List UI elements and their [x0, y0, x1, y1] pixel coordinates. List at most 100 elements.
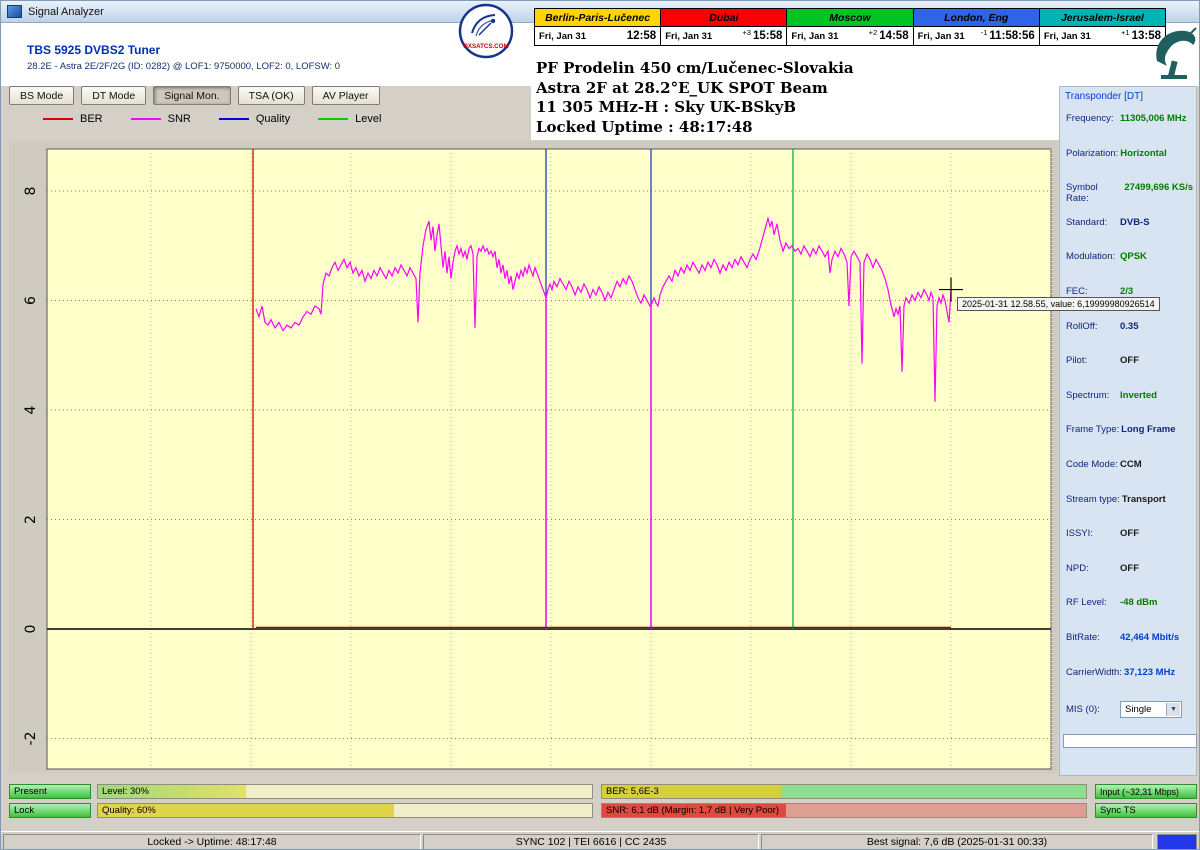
field-value: Inverted: [1120, 390, 1157, 401]
legend-label: Level: [355, 113, 381, 125]
logo-text: DXSATCS.COM: [463, 43, 508, 50]
y-axis-tick-label: 6: [23, 296, 39, 305]
transponder-row-rf-level: RF Level:-48 dBm: [1066, 597, 1193, 608]
legend-line-level: [318, 118, 348, 120]
clock-date: Fri, Jan 31: [791, 31, 838, 42]
info-line-frequency: 11 305 MHz-H : Sky UK-BSkyB: [536, 98, 1059, 118]
legend-ber: BER: [43, 113, 103, 125]
y-axis-tick-label: -2: [23, 732, 39, 746]
clock-date: Fri, Jan 31: [665, 31, 712, 42]
field-value: QPSK: [1120, 251, 1147, 262]
legend-label: BER: [80, 113, 103, 125]
signal-chart[interactable]: 86420-2: [9, 141, 1057, 773]
clock-city-label: London, Eng: [914, 9, 1039, 27]
transponder-row-standard: Standard:DVB-S: [1066, 217, 1193, 228]
y-axis-tick-label: 2: [23, 515, 39, 524]
transponder-row-carrierwidth: CarrierWidth:37,123 MHz: [1066, 667, 1193, 678]
window-title: Signal Analyzer: [28, 6, 104, 18]
clock-time-row: Fri, Jan 31+214:58: [787, 27, 912, 45]
legend-label: SNR: [168, 113, 191, 125]
mis-select[interactable]: Single▼: [1120, 701, 1182, 718]
field-label: ISSYI:: [1066, 528, 1118, 539]
clock-jerusalem-israel: Jerusalem-IsraelFri, Jan 31+113:58: [1040, 9, 1165, 45]
tab-signal-mon[interactable]: Signal Mon.: [153, 86, 230, 105]
field-label: Polarization:: [1066, 148, 1118, 159]
clock-utc-offset: -1: [981, 27, 988, 37]
clock-time: 12:58: [627, 30, 656, 42]
field-value: 0.35: [1120, 321, 1139, 332]
lock-indicator: Lock: [9, 803, 91, 818]
field-label: Frame Type:: [1066, 424, 1119, 435]
clock-dubai: DubaiFri, Jan 31+315:58: [661, 9, 787, 45]
signal-analyzer-window: Signal Analyzer _ × TBS 5925 DVBS2 Tuner…: [0, 0, 1200, 850]
statusbar: Locked -> Uptime: 48:17:48 SYNC 102 | TE…: [1, 831, 1200, 850]
chart-tooltip: 2025-01-31 12.58.55, value: 6,1999998092…: [957, 297, 1160, 311]
clock-time: 15:58: [753, 30, 782, 42]
ber-bar-label: BER: 5,6E-3: [606, 785, 659, 798]
quality-bar: Quality: 60%: [97, 803, 593, 818]
transponder-panel: Transponder [DT] Frequency:11305,006 MHz…: [1059, 86, 1197, 776]
clock-london-eng: London, EngFri, Jan 31-111:58:56: [914, 9, 1040, 45]
field-value: 11305,006 MHz: [1120, 113, 1187, 124]
field-label: Code Mode:: [1066, 459, 1118, 470]
dxsatcs-logo-graphic: DXSATCS.COM: [457, 2, 515, 60]
present-indicator: Present: [9, 784, 91, 799]
chart-legend: BER SNR Quality Level: [43, 113, 381, 125]
tab-dt-mode[interactable]: DT Mode: [81, 86, 146, 105]
tab-av-player[interactable]: AV Player: [312, 86, 380, 105]
statusbar-best-signal: Best signal: 7,6 dB (2025-01-31 00:33): [761, 834, 1153, 850]
field-value: -48 dBm: [1120, 597, 1157, 608]
transponder-row-code-mode: Code Mode:CCM: [1066, 459, 1193, 470]
legend-label: Quality: [256, 113, 290, 125]
field-label: Frequency:: [1066, 113, 1118, 124]
tab-tsa-ok[interactable]: TSA (OK): [238, 86, 305, 105]
clock-berlin-paris-lu-enec: Berlin-Paris-LučenecFri, Jan 3112:58: [535, 9, 661, 45]
snr-bar-label: SNR: 6,1 dB (Margin: 1,7 dB | Very Poor): [606, 804, 779, 817]
transponder-row-issyi: ISSYI:OFF: [1066, 528, 1193, 539]
info-block: PF Prodelin 450 cm/Lučenec-Slovakia Astr…: [531, 56, 1059, 140]
input-indicator: Input (~32,31 Mbps): [1095, 784, 1197, 799]
legend-line-quality: [219, 118, 249, 120]
clock-time-row: Fri, Jan 3112:58: [535, 27, 660, 45]
info-line-satellite: Astra 2F at 28.2°E_UK SPOT Beam: [536, 79, 1059, 99]
field-value: OFF: [1120, 355, 1139, 366]
tuner-info: TBS 5925 DVBS2 Tuner 28.2E - Astra 2E/2F…: [27, 43, 340, 72]
transponder-row-rolloff: RollOff:0.35: [1066, 321, 1193, 332]
field-label: Stream type:: [1066, 494, 1120, 505]
field-label: RollOff:: [1066, 321, 1118, 332]
field-label: Pilot:: [1066, 355, 1118, 366]
transponder-row-frequency: Frequency:11305,006 MHz: [1066, 113, 1193, 124]
info-line-uptime: Locked Uptime : 48:17:48: [536, 118, 1059, 138]
tuner-name: TBS 5925 DVBS2 Tuner: [27, 43, 340, 57]
satellite-dish-icon: [1151, 25, 1199, 81]
y-axis-tick-label: 0: [23, 625, 39, 634]
clock-time: 11:58:56: [989, 30, 1034, 42]
transponder-row-frame-type: Frame Type:Long Frame: [1066, 424, 1193, 435]
tab-bs-mode[interactable]: BS Mode: [9, 86, 74, 105]
field-label: Modulation:: [1066, 251, 1118, 262]
chevron-down-icon: ▼: [1166, 703, 1180, 716]
field-label: FEC:: [1066, 286, 1118, 297]
clock-time: 14:58: [879, 30, 908, 42]
statusbar-uptime: Locked -> Uptime: 48:17:48: [3, 834, 421, 850]
legend-snr: SNR: [131, 113, 191, 125]
quality-bar-label: Quality: 60%: [102, 804, 156, 817]
clock-date: Fri, Jan 31: [1044, 31, 1091, 42]
snr-bar: SNR: 6,1 dB (Margin: 1,7 dB | Very Poor): [601, 803, 1087, 818]
field-value: OFF: [1120, 563, 1139, 574]
field-value: CCM: [1120, 459, 1142, 470]
clock-time-row: Fri, Jan 31+113:58: [1040, 27, 1165, 45]
field-value: 42,464 Mbit/s: [1120, 632, 1179, 643]
transponder-title: Transponder [DT]: [1065, 91, 1143, 102]
field-value: 37,123 MHz: [1124, 667, 1175, 678]
chart-area[interactable]: 86420-2: [9, 141, 1057, 773]
field-value: DVB-S: [1120, 217, 1150, 228]
field-value: Transport: [1122, 494, 1166, 505]
legend-line-ber: [43, 118, 73, 120]
level-bar: Level: 30%: [97, 784, 593, 799]
y-axis-tick-label: 4: [23, 405, 39, 414]
clock-city-label: Moscow: [787, 9, 912, 27]
clock-moscow: MoscowFri, Jan 31+214:58: [787, 9, 913, 45]
clock-utc-offset: +3: [742, 27, 751, 37]
field-label: RF Level:: [1066, 597, 1118, 608]
